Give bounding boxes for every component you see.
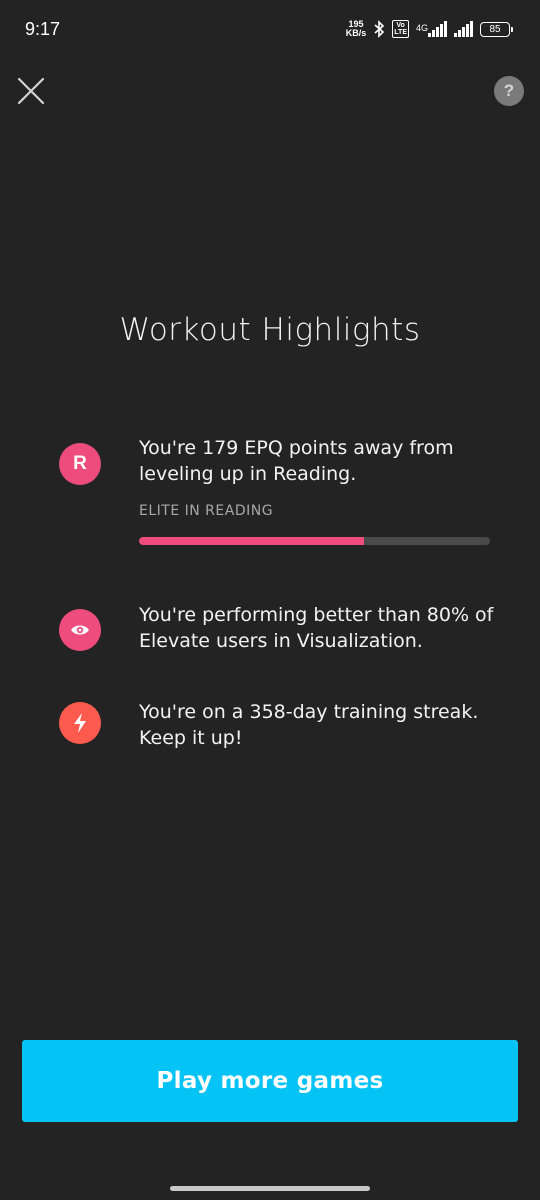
- eye-icon: [59, 609, 101, 651]
- help-button[interactable]: ?: [494, 76, 524, 106]
- network-speed: 195 KB/s: [346, 20, 367, 38]
- lightning-bolt-icon: [59, 702, 101, 744]
- home-indicator[interactable]: [170, 1186, 370, 1191]
- highlight-text: You're 179 EPQ points away from leveling…: [139, 437, 454, 485]
- network-type: 4G: [415, 23, 428, 33]
- signal-icon-1: [428, 21, 447, 37]
- close-icon: [17, 77, 45, 105]
- network-speed-unit: KB/s: [345, 28, 367, 38]
- reading-letter-icon: R: [59, 443, 101, 485]
- highlight-text: You're performing better than 80% of Ele…: [139, 604, 494, 652]
- highlight-streak: You're on a 358-day training streak. Kee…: [59, 699, 499, 759]
- volte-label-bottom: LTE: [394, 29, 407, 36]
- battery-icon: 85: [480, 21, 513, 37]
- level-progress-bar: [139, 537, 490, 545]
- status-icons: 195 KB/s Vo LTE 4G 85: [346, 20, 513, 38]
- volte-icon: Vo LTE: [392, 20, 409, 38]
- level-label: ELITE IN READING: [139, 503, 274, 519]
- highlight-text: You're on a 358-day training streak. Kee…: [139, 701, 479, 749]
- page-title: Workout Highlights: [119, 312, 421, 348]
- close-button[interactable]: [14, 74, 48, 108]
- status-bar: 9:17 195 KB/s Vo LTE 4G 85: [0, 0, 540, 60]
- bluetooth-icon: [374, 20, 385, 38]
- signal-icon-2: [454, 21, 473, 37]
- highlight-reading: R You're 179 EPQ points away from leveli…: [59, 435, 499, 565]
- level-progress-fill: [139, 537, 364, 545]
- volte-label-top: Vo: [396, 22, 405, 29]
- highlight-visualization: You're performing better than 80% of Ele…: [59, 602, 499, 662]
- play-more-games-button[interactable]: Play more games: [22, 1040, 518, 1122]
- status-time: 9:17: [25, 19, 61, 39]
